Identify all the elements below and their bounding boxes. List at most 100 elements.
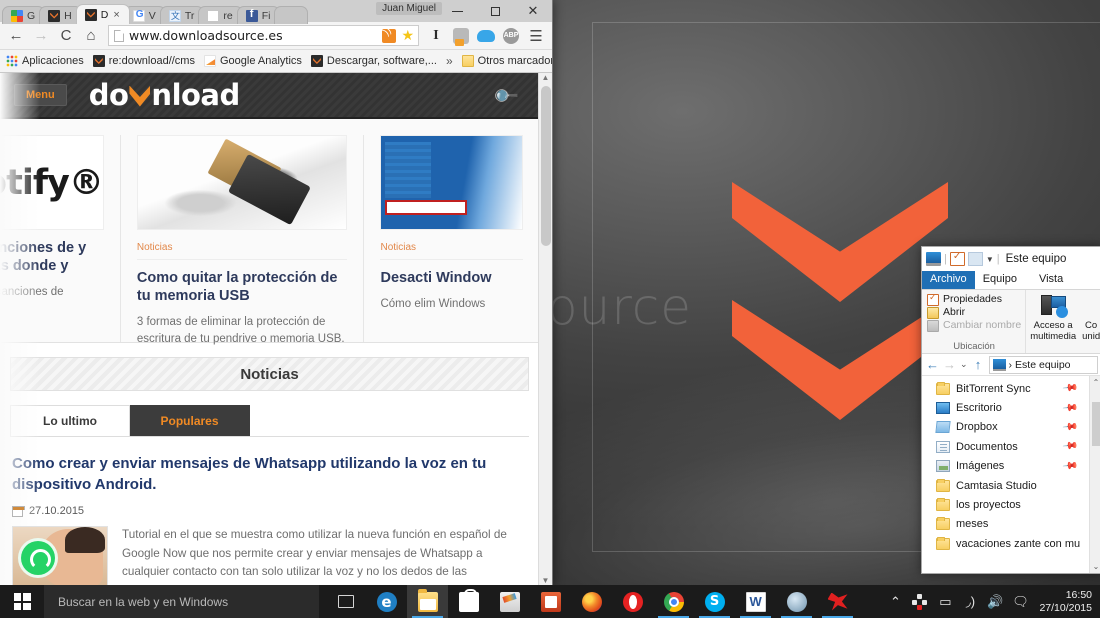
taskbar-edge[interactable]: e [366,585,407,618]
maximize-button[interactable] [476,0,514,22]
list-item[interactable]: los proyectos [922,495,1089,514]
cloud-icon[interactable] [477,29,495,42]
card-spotify[interactable]: potify® las canciones de y usarlas donde… [0,135,120,342]
page-info-icon[interactable] [114,29,124,42]
taskbar-firefox[interactable] [571,585,612,618]
taskbar-app-icons[interactable]: e S [325,585,858,618]
profile-name-badge[interactable]: Juan Miguel [376,2,442,15]
bookmarks-overflow-button[interactable]: » [446,54,453,68]
list-item[interactable]: Dropbox 📌 [922,418,1089,437]
card-usb[interactable]: Noticias Como quitar la protección de tu… [119,135,364,345]
bookmark-redownload-cms[interactable]: re:download//cms [92,55,195,67]
pin-icon[interactable]: 📌 [1061,400,1078,416]
bookmarks-bar[interactable]: Aplicaciones re:download//cms Google Ana… [0,50,552,73]
chevron-down-icon[interactable]: ▼ [986,255,994,264]
up-button[interactable]: ↑ [972,357,985,372]
file-explorer-window[interactable]: | ▼ | Este equipo Archivo Equipo Vista P… [921,246,1100,574]
wifi-icon[interactable]: ◞) [962,594,978,610]
pin-icon[interactable]: 📌 [1061,458,1078,474]
card-category[interactable]: Noticias [380,242,523,260]
scrollbar-thumb[interactable] [541,86,551,246]
window-controls[interactable]: ✕ [438,0,552,22]
adblock-icon[interactable]: ABP [503,27,519,44]
bookmark-aplicaciones[interactable]: Aplicaciones [6,55,84,67]
explorer-scrollbar[interactable]: ⌃ ⌄ [1089,376,1100,573]
list-item[interactable]: Camtasia Studio [922,476,1089,495]
card-title[interactable]: Como quitar la protección de tu memoria … [137,269,348,305]
new-tab-button[interactable] [274,6,309,24]
close-icon[interactable]: × [113,9,119,21]
other-bookmarks-folder[interactable]: Otros marcadores [461,55,552,67]
windows-taskbar[interactable]: Buscar en la web y en Windows e S ⌃ ▭ ◞)… [0,585,1100,618]
list-item[interactable]: BitTorrent Sync 📌 [922,379,1089,398]
site-logo[interactable]: do nload [89,78,241,112]
explorer-file-list[interactable]: BitTorrent Sync 📌 Escritorio 📌 Dropbox 📌… [922,376,1089,573]
url-text[interactable]: www.downloadsource.es [129,28,377,43]
browser-toolbar[interactable]: ← → C ⌂ www.downloadsource.es ★ I ABP ☰ [0,22,552,50]
taskbar-file-explorer[interactable] [407,585,448,618]
reload-button[interactable]: C [55,25,77,47]
card-title[interactable]: las canciones de y usarlas donde y [0,239,104,275]
pin-icon[interactable]: 📌 [1061,380,1078,396]
browser-titlebar[interactable]: G H D × V Tr re [0,0,552,24]
minimize-button[interactable] [438,0,476,22]
tab-d-active[interactable]: D × [75,4,130,24]
pin-icon[interactable]: 📌 [1061,439,1078,455]
list-item[interactable]: Imágenes 📌 [922,457,1089,476]
card-windows[interactable]: Noticias Desacti Window Cómo elim Window… [363,135,539,342]
bookmark-descargar-software[interactable]: Descargar, software,... [310,55,437,67]
explorer-titlebar[interactable]: | ▼ | Este equipo [922,247,1100,271]
task-view-button[interactable] [325,585,366,618]
whatsapp-voice-illustration[interactable] [12,526,108,585]
news-tabs[interactable]: Lo ultimo Populares [10,405,529,437]
taskbar-powerpoint[interactable] [530,585,571,618]
home-button[interactable]: ⌂ [80,25,102,47]
properties-icon[interactable] [949,251,965,266]
hamburger-menu-icon[interactable]: ☰ [525,25,547,47]
article-title[interactable]: Como crear y enviar mensajes de Whatsapp… [12,453,527,495]
chrome-browser-window[interactable]: G H D × V Tr re [0,0,553,585]
taskbar-word[interactable] [735,585,776,618]
scroll-up-icon[interactable]: ⌃ [1093,376,1100,389]
ribbon-acceso-multimedia[interactable]: Acceso a multimedia [1026,290,1078,353]
battery-icon[interactable]: ▭ [937,594,953,610]
explorer-address-bar[interactable]: ← → ⌄ ↑ › Este equipo [922,354,1100,376]
ribbon-abrir[interactable]: Abrir [927,306,1021,319]
search-icon[interactable]: 🔍 [492,81,521,110]
blank-icon[interactable] [967,252,983,266]
tray-overflow-button[interactable]: ⌃ [887,594,903,610]
action-center-icon[interactable]: 🗨 [1012,594,1029,610]
pin-icon[interactable]: 📌 [1061,419,1078,435]
breadcrumb-path[interactable]: Este equipo [1015,359,1070,371]
search-box[interactable]: Buscar en la web y en Windows [44,585,319,618]
taskbar-store[interactable] [448,585,489,618]
dropbox-tray-icon[interactable] [912,593,928,610]
taskbar-opera[interactable] [612,585,653,618]
tab-equipo[interactable]: Equipo [975,271,1025,289]
address-bar[interactable]: www.downloadsource.es ★ [108,25,419,46]
tab-populares[interactable]: Populares [130,405,250,436]
extension-i-icon[interactable]: I [425,25,447,47]
tab-strip[interactable]: G H D × V Tr re [2,4,309,24]
site-menu-button[interactable]: Menu [14,84,67,106]
list-item[interactable]: vacaciones zante con mu [922,534,1089,553]
forward-button[interactable]: → [943,357,956,372]
forward-button[interactable]: → [30,25,52,47]
ribbon-propiedades[interactable]: Propiedades [927,291,1021,306]
scrollbar-thumb[interactable] [1092,402,1100,446]
tab-vista[interactable]: Vista [1031,271,1071,289]
tab-archivo[interactable]: Archivo [922,271,975,289]
bookmark-star-icon[interactable]: ★ [401,27,414,44]
explorer-ribbon-tabs[interactable]: Archivo Equipo Vista [922,271,1100,290]
clock[interactable]: 16:50 27/10/2015 [1037,589,1092,615]
taskbar-paint[interactable] [489,585,530,618]
page-scrollbar[interactable]: ▲ ▼ [538,73,552,585]
address-path-box[interactable]: › Este equipo [988,355,1098,374]
scroll-up-icon[interactable]: ▲ [542,73,550,82]
scroll-down-icon[interactable]: ⌄ [1093,560,1100,573]
close-button[interactable]: ✕ [514,0,552,22]
card-category[interactable]: Noticias [136,242,348,260]
start-button[interactable] [0,585,44,618]
system-tray[interactable]: ⌃ ▭ ◞) 🔊 🗨 16:50 27/10/2015 [887,589,1100,615]
tab-lo-ultimo[interactable]: Lo ultimo [10,405,130,436]
